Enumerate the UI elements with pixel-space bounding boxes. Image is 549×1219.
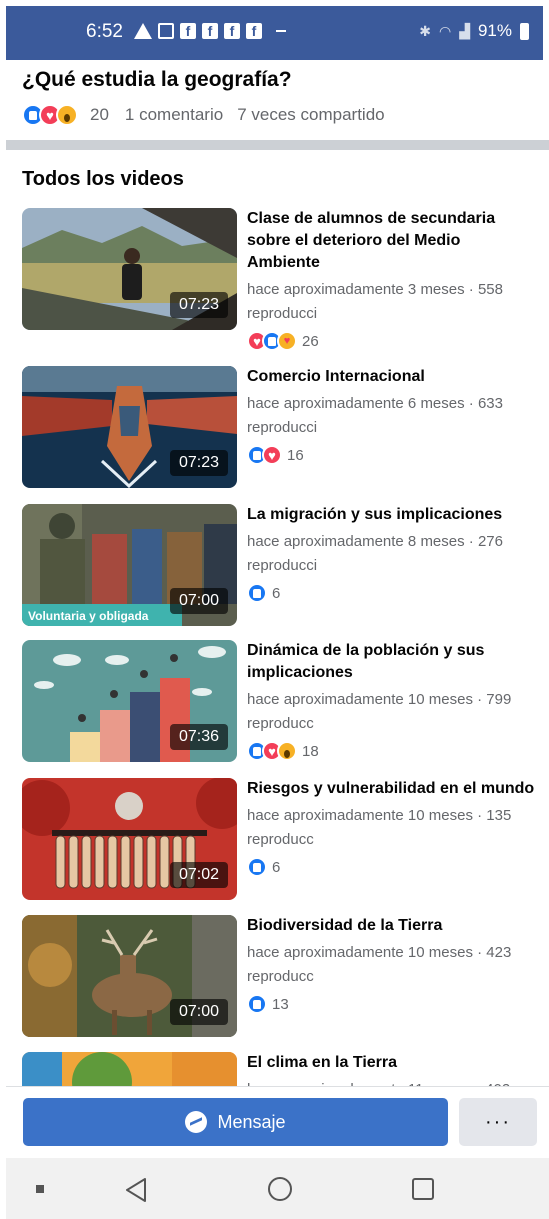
message-button-label: Mensaje bbox=[217, 1111, 286, 1132]
like-icon bbox=[247, 857, 267, 877]
video-info: La migración y sus implicaciones hace ap… bbox=[247, 504, 537, 603]
messenger-icon bbox=[185, 1111, 208, 1133]
video-title[interactable]: La migración y sus implicaciones bbox=[247, 504, 537, 526]
video-item[interactable]: 07:02 Riesgos y vulnerabilidad en el mun… bbox=[22, 778, 538, 902]
bottom-action-bar: Mensaje ··· bbox=[6, 1086, 549, 1156]
video-title[interactable]: Comercio Internacional bbox=[247, 366, 537, 388]
video-title[interactable]: Clase de alumnos de secundaria sobre el … bbox=[247, 208, 537, 274]
warning-icon bbox=[134, 23, 152, 39]
section-title: Todos los videos bbox=[22, 168, 184, 190]
status-time: 6:52 bbox=[86, 21, 123, 42]
video-info: Comercio Internacional hace aproximadame… bbox=[247, 366, 537, 465]
reaction-count: 18 bbox=[302, 742, 319, 760]
reaction-count: 16 bbox=[287, 446, 304, 464]
video-title[interactable]: Riesgos y vulnerabilidad en el mundo bbox=[247, 778, 537, 800]
recent-apps-icon[interactable] bbox=[412, 1178, 434, 1200]
like-icon bbox=[247, 994, 267, 1014]
shares-link[interactable]: 7 veces compartido bbox=[237, 105, 384, 125]
video-item[interactable]: 07:36 Dinámica de la población y sus imp… bbox=[22, 640, 538, 764]
video-meta: hace aproximadamente 8 meses · 276 repro… bbox=[247, 533, 503, 574]
reaction-count: 26 bbox=[302, 332, 319, 350]
video-thumbnail[interactable]: Voluntaria y obligada 07:00 bbox=[22, 504, 237, 626]
video-reactions[interactable]: 26 bbox=[247, 331, 537, 351]
care-icon bbox=[277, 331, 297, 351]
video-duration: 07:23 bbox=[169, 450, 228, 476]
video-info: Riesgos y vulnerabilidad en el mundo hac… bbox=[247, 778, 537, 877]
reaction-count[interactable]: 20 bbox=[90, 105, 109, 125]
video-reactions[interactable]: 6 bbox=[247, 857, 537, 877]
back-icon[interactable] bbox=[124, 1177, 148, 1203]
video-title[interactable]: Biodiversidad de la Tierra bbox=[247, 915, 537, 937]
video-item[interactable]: Voluntaria y obligada 07:00 La migración… bbox=[22, 504, 538, 628]
thumbnail-caption: Voluntaria y obligada bbox=[28, 609, 149, 623]
reaction-count: 6 bbox=[272, 584, 281, 602]
post-reactions-row: 20 1 comentario 7 veces compartido bbox=[22, 104, 385, 126]
video-info: El clima en la Tierra hace aproximadamen… bbox=[247, 1052, 537, 1086]
video-meta: hace aproximadamente 11 meses · 402 bbox=[247, 1078, 537, 1086]
video-item[interactable]: 07:00 Biodiversidad de la Tierra hace ap… bbox=[22, 915, 538, 1039]
video-meta: hace aproximadamente 10 meses · 423 repr… bbox=[247, 944, 512, 985]
wifi-icon: ◠ bbox=[438, 22, 452, 39]
navigation-bar bbox=[6, 1158, 549, 1219]
video-thumbnail[interactable]: 07:36 bbox=[22, 640, 237, 762]
status-bar: 6:52 f f f f ✱ ◠ ▟ 91% bbox=[6, 6, 543, 60]
video-title[interactable]: Dinámica de la población y sus implicaci… bbox=[247, 640, 537, 684]
system-icons: ✱ ◠ ▟ 91% bbox=[419, 21, 529, 41]
facebook-icon: f bbox=[202, 23, 218, 39]
battery-icon bbox=[520, 22, 529, 40]
video-reactions[interactable]: 13 bbox=[247, 994, 537, 1014]
page-title: ¿Qué estudia la geografía? bbox=[22, 68, 292, 91]
facebook-icon: f bbox=[224, 23, 240, 39]
like-icon bbox=[247, 583, 267, 603]
bluetooth-icon: ✱ bbox=[419, 22, 431, 39]
facebook-icon: f bbox=[246, 23, 262, 39]
video-thumbnail[interactable]: 07:23 bbox=[22, 208, 237, 330]
more-notifications-icon bbox=[276, 30, 286, 32]
video-item[interactable]: 07:23 Comercio Internacional hace aproxi… bbox=[22, 366, 538, 490]
video-thumbnail[interactable]: 07:00 bbox=[22, 915, 237, 1037]
video-reactions[interactable]: 6 bbox=[247, 583, 537, 603]
video-meta: hace aproximadamente 10 meses · 135 repr… bbox=[247, 807, 512, 848]
more-options-button[interactable]: ··· bbox=[459, 1098, 537, 1146]
nav-indicator-icon bbox=[36, 1185, 44, 1193]
reaction-count: 13 bbox=[272, 995, 289, 1013]
comments-link[interactable]: 1 comentario bbox=[125, 105, 223, 125]
video-reactions[interactable]: 18 bbox=[247, 741, 537, 761]
reaction-count: 6 bbox=[272, 858, 281, 876]
video-meta: hace aproximadamente 6 meses · 633 repro… bbox=[247, 395, 503, 436]
video-duration: 07:23 bbox=[169, 292, 228, 318]
video-reactions[interactable]: 16 bbox=[247, 445, 537, 465]
video-duration: 07:00 bbox=[169, 588, 228, 614]
reaction-icons[interactable] bbox=[22, 104, 78, 126]
video-duration: 07:36 bbox=[169, 724, 228, 750]
video-list[interactable]: 07:23 Clase de alumnos de secundaria sob… bbox=[22, 208, 538, 1086]
home-icon[interactable] bbox=[268, 1177, 292, 1201]
video-meta: hace aproximadamente 10 meses · 799 repr… bbox=[247, 691, 512, 732]
video-info: Dinámica de la población y sus implicaci… bbox=[247, 640, 537, 761]
video-meta: hace aproximadamente 3 meses · 558 repro… bbox=[247, 281, 503, 322]
message-button[interactable]: Mensaje bbox=[23, 1098, 448, 1146]
video-thumbnail[interactable] bbox=[22, 1052, 237, 1086]
facebook-icon: f bbox=[180, 23, 196, 39]
video-duration: 07:02 bbox=[169, 862, 228, 888]
section-divider bbox=[6, 140, 549, 150]
video-thumbnail[interactable]: 07:02 bbox=[22, 778, 237, 900]
video-info: Clase de alumnos de secundaria sobre el … bbox=[247, 208, 537, 351]
love-icon bbox=[262, 445, 282, 465]
battery-percent: 91% bbox=[477, 21, 512, 40]
signal-icon: ▟ bbox=[459, 22, 470, 39]
video-info: Biodiversidad de la Tierra hace aproxima… bbox=[247, 915, 537, 1014]
document-icon bbox=[158, 23, 174, 39]
wow-icon bbox=[277, 741, 297, 761]
video-item[interactable]: El clima en la Tierra hace aproximadamen… bbox=[22, 1052, 538, 1086]
video-duration: 07:00 bbox=[169, 999, 228, 1025]
wow-icon bbox=[56, 104, 78, 126]
video-title[interactable]: El clima en la Tierra bbox=[247, 1052, 537, 1074]
video-thumbnail[interactable]: 07:23 bbox=[22, 366, 237, 488]
notification-icons: f f f f bbox=[134, 23, 286, 39]
video-item[interactable]: 07:23 Clase de alumnos de secundaria sob… bbox=[22, 208, 538, 351]
